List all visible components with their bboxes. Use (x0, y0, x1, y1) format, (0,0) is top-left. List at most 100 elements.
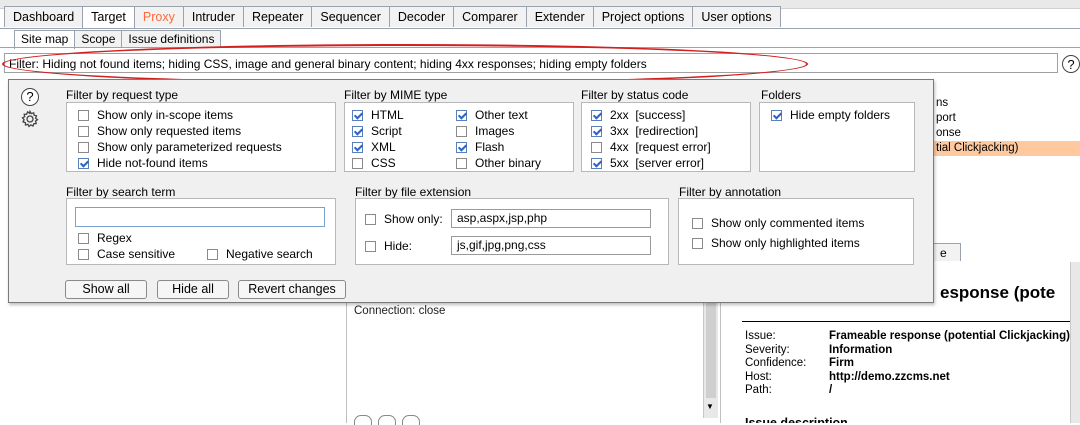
issue-row: Path: / (745, 384, 1070, 398)
checkbox-label: Hide: (384, 239, 413, 253)
prev-button[interactable] (378, 415, 396, 425)
request-scrollbar[interactable]: ▼ (703, 300, 718, 418)
search-term-input[interactable] (75, 207, 325, 227)
help-icon[interactable]: ? (21, 88, 39, 106)
status-5xx-checkbox[interactable]: 5xx [server error] (591, 156, 704, 170)
mime-script-checkbox[interactable]: Script (352, 124, 402, 138)
mime-other-binary-checkbox[interactable]: Other binary (456, 156, 541, 170)
issue-row: Severity: Information (745, 344, 1070, 358)
checkbox-box[interactable] (591, 141, 602, 153)
checkbox-box[interactable] (365, 240, 376, 252)
filter-help-icon[interactable]: ? (1062, 55, 1080, 73)
regex-checkbox[interactable]: Regex (78, 231, 132, 245)
mime-html-checkbox[interactable]: HTML (352, 108, 404, 122)
list-item[interactable]: onse (924, 126, 1080, 141)
mime-flash-checkbox[interactable]: Flash (456, 140, 504, 154)
hide-empty-folders-checkbox[interactable]: Hide empty folders (771, 108, 890, 122)
checkbox-label: Images (475, 124, 515, 138)
tab-sequencer[interactable]: Sequencer (311, 6, 390, 27)
status-4xx-checkbox[interactable]: 4xx [request error] (591, 140, 711, 154)
negative-search-checkbox[interactable]: Negative search (207, 247, 313, 261)
checkbox-label: XML (371, 140, 396, 154)
checkbox-box[interactable] (352, 157, 363, 169)
case-sensitive-checkbox[interactable]: Case sensitive (78, 247, 175, 261)
tab-intruder[interactable]: Intruder (182, 6, 244, 27)
highlighted-only-checkbox[interactable]: Show only highlighted items (692, 236, 860, 250)
show-all-button[interactable]: Show all (65, 280, 147, 299)
hide-ext-input[interactable]: js,gif,jpg,png,css (451, 236, 651, 255)
requested-only-checkbox[interactable]: Show only requested items (78, 124, 241, 138)
advisory-scrollbar[interactable] (1070, 262, 1080, 423)
advisory-tab[interactable]: e (933, 243, 961, 261)
checkbox-box[interactable] (78, 157, 89, 169)
next-button[interactable] (402, 415, 420, 425)
status-2xx-checkbox[interactable]: 2xx [success] (591, 108, 685, 122)
tab-extender[interactable]: Extender (525, 6, 594, 27)
mime-other-text-checkbox[interactable]: Other text (456, 108, 528, 122)
mime-xml-checkbox[interactable]: XML (352, 140, 396, 154)
issue-value: Firm (829, 357, 854, 369)
tab-decoder[interactable]: Decoder (388, 6, 455, 27)
tab-scope[interactable]: Scope (74, 30, 123, 47)
tab-user-options[interactable]: User options (692, 6, 781, 27)
help-icon[interactable] (354, 415, 372, 425)
checkbox-box[interactable] (591, 125, 602, 137)
list-item-selected[interactable]: tial Clickjacking) (924, 141, 1080, 156)
checkbox-box[interactable] (692, 217, 703, 229)
list-item[interactable]: port (924, 111, 1080, 126)
revert-changes-button[interactable]: Revert changes (238, 280, 346, 299)
checkbox-box[interactable] (352, 109, 363, 121)
status-3xx-checkbox[interactable]: 3xx [redirection] (591, 124, 698, 138)
hide-ext-checkbox[interactable]: Hide: (365, 239, 412, 253)
checkbox-box[interactable] (352, 141, 363, 153)
tab-project-options[interactable]: Project options (592, 6, 694, 27)
checkbox-box[interactable] (78, 109, 89, 121)
checkbox-box[interactable] (456, 109, 467, 121)
issue-row: Confidence: Firm (745, 357, 1070, 371)
mime-images-checkbox[interactable]: Images (456, 124, 514, 138)
tab-issue-definitions[interactable]: Issue definitions (121, 30, 222, 47)
scrollbar-thumb[interactable] (706, 300, 716, 398)
hide-not-found-checkbox[interactable]: Hide not-found items (78, 156, 208, 170)
checkbox-label: CSS (371, 156, 396, 170)
issue-key: Severity: (745, 343, 790, 356)
gear-icon[interactable] (20, 109, 40, 129)
checkbox-label: Flash (475, 140, 505, 154)
checkbox-box[interactable] (456, 125, 467, 137)
checkbox-label: Show only parameterized requests (97, 140, 282, 154)
list-item[interactable]: ns (924, 96, 1080, 111)
parameterized-checkbox[interactable]: Show only parameterized requests (78, 140, 282, 154)
scroll-down-icon[interactable]: ▼ (706, 402, 714, 411)
checkbox-box[interactable] (771, 109, 782, 121)
checkbox-box[interactable] (591, 109, 602, 121)
checkbox-box[interactable] (456, 157, 467, 169)
checkbox-box[interactable] (352, 125, 363, 137)
show-only-ext-input[interactable]: asp,aspx,jsp,php (451, 209, 651, 228)
in-scope-checkbox[interactable]: Show only in-scope items (78, 108, 233, 122)
tab-comparer[interactable]: Comparer (453, 6, 527, 27)
hide-all-button[interactable]: Hide all (157, 280, 229, 299)
tab-dashboard[interactable]: Dashboard (4, 6, 84, 27)
issue-value: http://demo.zzcms.net (829, 370, 950, 383)
checkbox-box[interactable] (365, 213, 376, 225)
checkbox-box[interactable] (591, 157, 602, 169)
mime-css-checkbox[interactable]: CSS (352, 156, 396, 170)
checkbox-box[interactable] (78, 125, 89, 137)
filter-bar[interactable]: Filter: Hiding not found items; hiding C… (4, 53, 1058, 73)
commented-only-checkbox[interactable]: Show only commented items (692, 216, 864, 230)
checkbox-box[interactable] (78, 141, 89, 153)
checkbox-box[interactable] (207, 248, 218, 260)
checkbox-box[interactable] (78, 232, 89, 244)
checkbox-box[interactable] (456, 141, 467, 153)
tab-proxy[interactable]: Proxy (133, 6, 184, 27)
mime-type-title: Filter by MIME type (344, 88, 448, 102)
pane-divider[interactable] (346, 300, 347, 423)
tab-target[interactable]: Target (82, 6, 135, 29)
request-search-controls (354, 415, 420, 425)
checkbox-label: Show only highlighted items (711, 236, 860, 250)
show-only-ext-checkbox[interactable]: Show only: (365, 212, 443, 226)
tab-repeater[interactable]: Repeater (242, 6, 313, 27)
checkbox-box[interactable] (692, 237, 703, 249)
checkbox-label: Regex (97, 231, 132, 245)
checkbox-box[interactable] (78, 248, 89, 260)
